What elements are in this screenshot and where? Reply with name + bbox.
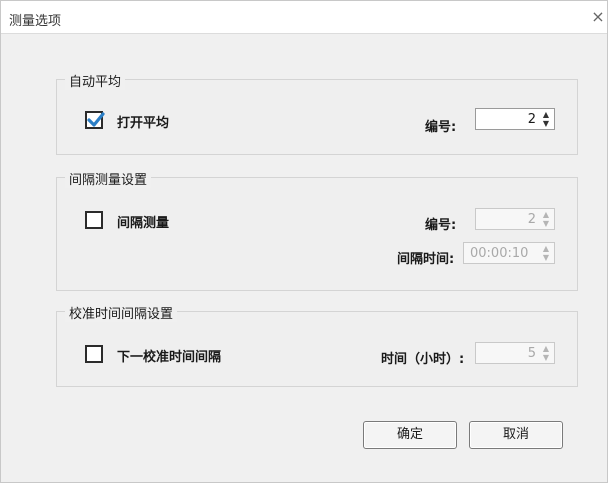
stepper-arrows: ▲ ▼ xyxy=(540,344,552,362)
interval-time-value: 00:00:10 xyxy=(470,246,529,261)
spin-down-icon[interactable]: ▼ xyxy=(540,253,552,262)
close-icon[interactable]: × xyxy=(589,7,607,27)
interval-measurement-checkbox[interactable] xyxy=(85,211,103,229)
measurement-options-dialog: 测量选项 × 自动平均 打开平均 编号: 2 ▲ ▼ 间隔测量设置 间隔测量 编… xyxy=(0,0,608,483)
spin-down-icon[interactable]: ▼ xyxy=(540,219,552,228)
checkmark-icon xyxy=(87,112,105,127)
spin-down-icon[interactable]: ▼ xyxy=(540,353,552,362)
interval-number-stepper[interactable]: 2 ▲ ▼ xyxy=(475,208,555,230)
spin-up-icon[interactable]: ▲ xyxy=(540,244,552,253)
calibration-time-label: 时间（小时）: xyxy=(381,352,465,367)
next-calibration-label: 下一校准时间间隔 xyxy=(117,350,222,365)
average-number-stepper[interactable]: 2 ▲ ▼ xyxy=(475,108,555,130)
ok-button[interactable]: 确定 xyxy=(363,421,457,449)
calibration-interval-group: 校准时间间隔设置 下一校准时间间隔 时间（小时）: 5 ▲ ▼ xyxy=(56,303,578,387)
spin-down-icon[interactable]: ▼ xyxy=(540,119,552,128)
interval-number-label: 编号: xyxy=(425,218,457,233)
calibration-interval-legend: 校准时间间隔设置 xyxy=(65,303,178,322)
next-calibration-checkbox[interactable] xyxy=(85,345,103,363)
stepper-arrows: ▲ ▼ xyxy=(540,110,552,128)
title-bar: 测量选项 × xyxy=(1,1,607,34)
stepper-arrows: ▲ ▼ xyxy=(540,210,552,228)
interval-time-label: 间隔时间: xyxy=(397,252,455,267)
interval-time-stepper[interactable]: 00:00:10 ▲ ▼ xyxy=(463,242,555,264)
enable-average-checkbox[interactable] xyxy=(85,111,105,129)
dialog-title: 测量选项 xyxy=(9,14,62,29)
stepper-arrows: ▲ ▼ xyxy=(540,244,552,262)
interval-measurement-label: 间隔测量 xyxy=(117,216,170,231)
auto-average-group: 自动平均 打开平均 编号: 2 ▲ ▼ xyxy=(56,71,578,155)
average-number-value: 2 xyxy=(527,112,536,127)
spin-up-icon[interactable]: ▲ xyxy=(540,210,552,219)
calibration-time-stepper[interactable]: 5 ▲ ▼ xyxy=(475,342,555,364)
spin-up-icon[interactable]: ▲ xyxy=(540,110,552,119)
enable-average-label: 打开平均 xyxy=(117,116,170,131)
auto-average-legend: 自动平均 xyxy=(65,71,126,90)
interval-measurement-group: 间隔测量设置 间隔测量 编号: 2 ▲ ▼ 间隔时间: 00:00:10 ▲ ▼ xyxy=(56,169,578,291)
cancel-button[interactable]: 取消 xyxy=(469,421,563,449)
spin-up-icon[interactable]: ▲ xyxy=(540,344,552,353)
interval-measurement-legend: 间隔测量设置 xyxy=(65,169,152,188)
calibration-time-value: 5 xyxy=(527,346,536,361)
interval-number-value: 2 xyxy=(527,212,536,227)
average-number-label: 编号: xyxy=(425,120,457,135)
